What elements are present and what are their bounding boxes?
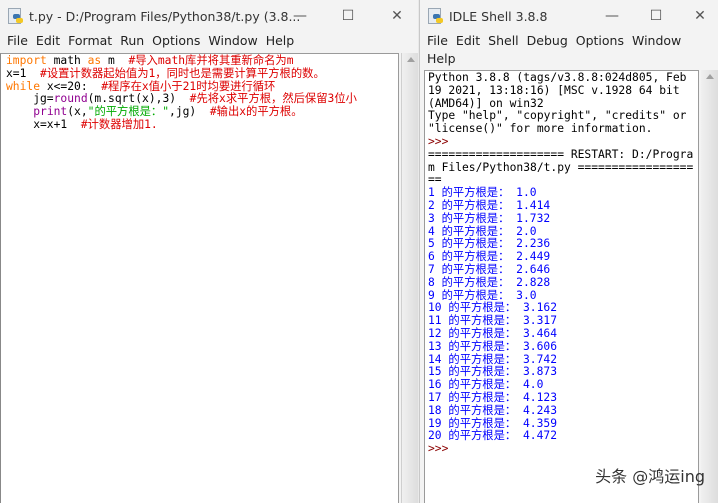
- watermark: 头条 @鸿运ing: [595, 467, 705, 486]
- menu-help[interactable]: Help: [262, 32, 299, 50]
- code-token: jg=: [6, 92, 54, 106]
- result-line: 2 的平方根是： 1.414: [428, 198, 551, 212]
- maximize-button[interactable]: ☐: [338, 6, 358, 26]
- editor-titlebar[interactable]: t.py - D:/Program Files/Python38/t.py (3…: [0, 0, 418, 32]
- menu-file[interactable]: File: [3, 32, 32, 50]
- menu-shell[interactable]: Shell: [484, 32, 523, 50]
- code-token: m: [101, 54, 129, 67]
- editor-menubar: File Edit Format Run Options Window Help: [0, 32, 418, 50]
- editor-title: t.py - D:/Program Files/Python38/t.py (3…: [29, 8, 301, 24]
- code-token: #先将x求平方根，然后保留3位小: [189, 92, 357, 106]
- menu-file[interactable]: File: [423, 32, 452, 50]
- menu-edit[interactable]: Edit: [32, 32, 64, 50]
- result-line: 4 的平方根是： 2.0: [428, 224, 537, 238]
- menu-help[interactable]: Help: [423, 50, 460, 68]
- menu-window[interactable]: Window: [204, 32, 261, 50]
- code-token: while: [6, 79, 41, 93]
- result-line: 11 的平方根是： 3.317: [428, 314, 557, 328]
- menu-edit[interactable]: Edit: [452, 32, 484, 50]
- code-token: (m.sqrt(x),3): [87, 92, 190, 106]
- result-line: 16 的平方根是： 4.0: [428, 378, 544, 392]
- close-button[interactable]: ✕: [387, 6, 407, 26]
- menu-options[interactable]: Options: [148, 32, 204, 50]
- result-line: 7 的平方根是： 2.646: [428, 262, 551, 276]
- code-token: ,jg): [169, 105, 210, 119]
- python-shell-icon: [427, 8, 443, 24]
- result-line: 14 的平方根是： 3.742: [428, 352, 557, 366]
- shell-menubar: File Edit Shell Debug Options Window Help: [420, 32, 718, 68]
- code-token: (x,: [67, 105, 88, 119]
- result-line: 10 的平方根是： 3.162: [428, 301, 557, 315]
- editor-scrollbar[interactable]: [401, 53, 418, 503]
- shell-banner: Python 3.8.8 (tags/v3.8.8:024d805, Feb 1…: [428, 71, 687, 136]
- code-token: #计数器增加1.: [80, 117, 158, 131]
- shell-prompt: >>>: [428, 134, 449, 148]
- menu-run[interactable]: Run: [116, 32, 148, 50]
- shell-title: IDLE Shell 3.8.8: [449, 8, 548, 24]
- result-line: 9 的平方根是： 3.0: [428, 288, 537, 302]
- menu-format[interactable]: Format: [64, 32, 116, 50]
- shell-scrollbar[interactable]: [701, 70, 718, 503]
- menu-options[interactable]: Options: [572, 32, 628, 50]
- result-line: 13 的平方根是： 3.606: [428, 339, 557, 353]
- result-line: 3 的平方根是： 1.732: [428, 211, 551, 225]
- code-token: x<=20:: [40, 79, 102, 93]
- python-file-icon: [7, 8, 23, 24]
- menu-debug[interactable]: Debug: [523, 32, 572, 50]
- restart-line: ==================== RESTART: D:/Program…: [428, 147, 694, 187]
- code-token: #导入math库并将其重新命名为m: [128, 54, 294, 67]
- result-line: 5 的平方根是： 2.236: [428, 237, 551, 251]
- result-line: 19 的平方根是： 4.359: [428, 416, 557, 430]
- result-line: 8 的平方根是： 2.828: [428, 275, 551, 289]
- code-token: import: [6, 54, 47, 67]
- minimize-button[interactable]: —: [290, 6, 310, 26]
- result-line: 12 的平方根是： 3.464: [428, 326, 557, 340]
- result-line: 15 的平方根是： 3.873: [428, 365, 557, 379]
- shell-output[interactable]: Python 3.8.8 (tags/v3.8.8:024d805, Feb 1…: [424, 70, 699, 503]
- code-editor[interactable]: import math as m #导入math库并将其重新命名为m x=1 #设…: [0, 53, 399, 503]
- shell-window: IDLE Shell 3.8.8 — ☐ ✕ File Edit Shell Debu…: [419, 0, 718, 503]
- result-line: 6 的平方根是： 2.449: [428, 250, 551, 264]
- code-token: #设置计数器起始值为1，同时也是需要计算平方根的数。: [40, 66, 325, 80]
- code-token: #输出x的平方根。: [209, 105, 303, 119]
- code-token: as: [87, 54, 102, 67]
- code-text: import math as m #导入math库并将其重新命名为m x=1 #设…: [1, 54, 398, 132]
- code-token: x=x+1: [6, 117, 81, 131]
- minimize-button[interactable]: —: [602, 6, 622, 26]
- results-list: 1 的平方根是： 1.0 2 的平方根是： 1.414 3 的平方根是： 1.7…: [428, 186, 557, 442]
- code-token: x=1: [6, 66, 41, 80]
- code-token: print: [33, 105, 68, 119]
- maximize-button[interactable]: ☐: [646, 6, 666, 26]
- code-token: math: [46, 54, 88, 67]
- result-line: 1 的平方根是： 1.0: [428, 186, 537, 200]
- result-line: 18 的平方根是： 4.243: [428, 403, 557, 417]
- menu-window[interactable]: Window: [628, 32, 685, 50]
- shell-titlebar[interactable]: IDLE Shell 3.8.8 — ☐ ✕: [420, 0, 718, 32]
- scroll-up-arrow-icon[interactable]: [407, 57, 415, 62]
- code-token: round: [53, 92, 88, 106]
- code-token: "的平方根是：": [87, 105, 170, 119]
- close-button[interactable]: ✕: [690, 6, 710, 26]
- code-token: #程序在x值小于21时均要进行循环: [101, 79, 276, 93]
- result-line: 20 的平方根是： 4.472: [428, 429, 557, 443]
- result-line: 17 的平方根是： 4.123: [428, 390, 557, 404]
- editor-window: t.py - D:/Program Files/Python38/t.py (3…: [0, 0, 418, 503]
- final-prompt[interactable]: >>>: [428, 442, 448, 455]
- code-line: x=x+1 #计数器增加1.: [6, 117, 398, 132]
- scroll-up-arrow-icon[interactable]: [706, 74, 714, 79]
